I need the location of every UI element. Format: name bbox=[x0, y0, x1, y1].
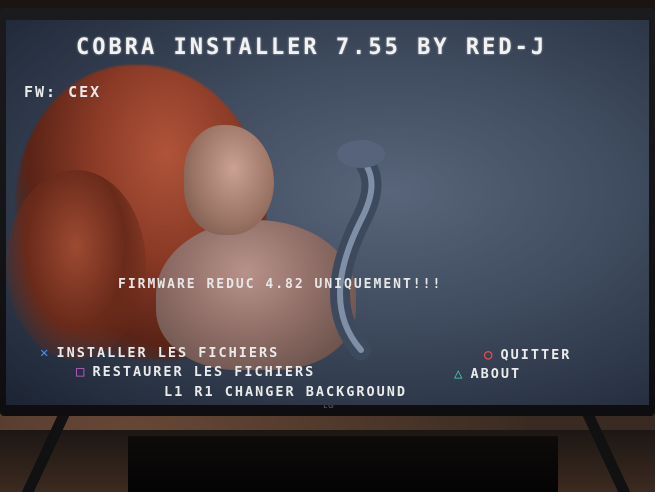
about-option[interactable]: △ ABOUT bbox=[454, 366, 521, 382]
quit-label: QUITTER bbox=[500, 347, 572, 363]
square-button-icon: □ bbox=[76, 364, 87, 380]
tv-screen: COBRA INSTALLER 7.55 BY RED-J FW: CEX FI… bbox=[6, 20, 649, 405]
background-art-face bbox=[184, 125, 274, 235]
about-label: ABOUT bbox=[470, 366, 522, 382]
cross-button-icon: ✕ bbox=[40, 345, 51, 361]
install-files-option[interactable]: ✕ INSTALLER LES FICHIERS bbox=[40, 345, 279, 361]
firmware-warning: FIRMWARE REDUC 4.82 UNIQUEMENT!!! bbox=[118, 277, 443, 292]
restore-files-option[interactable]: □ RESTAURER LES FICHIERS bbox=[76, 364, 315, 380]
background-art-cobra bbox=[330, 140, 385, 360]
background-art-hair-lower bbox=[6, 170, 146, 360]
change-background-option[interactable]: L1 R1 CHANGER BACKGROUND bbox=[164, 384, 407, 400]
triangle-button-icon: △ bbox=[454, 366, 465, 382]
circle-button-icon: ○ bbox=[484, 347, 495, 363]
restore-files-label: RESTAURER LES FICHIERS bbox=[92, 364, 316, 380]
quit-option[interactable]: ○ QUITTER bbox=[484, 347, 571, 363]
tv-console bbox=[128, 436, 558, 492]
app-title: COBRA INSTALLER 7.55 BY RED-J bbox=[76, 35, 548, 60]
change-background-label: L1 R1 CHANGER BACKGROUND bbox=[164, 384, 408, 400]
firmware-label: FW: CEX bbox=[24, 83, 102, 101]
install-files-label: INSTALLER LES FICHIERS bbox=[56, 345, 280, 361]
